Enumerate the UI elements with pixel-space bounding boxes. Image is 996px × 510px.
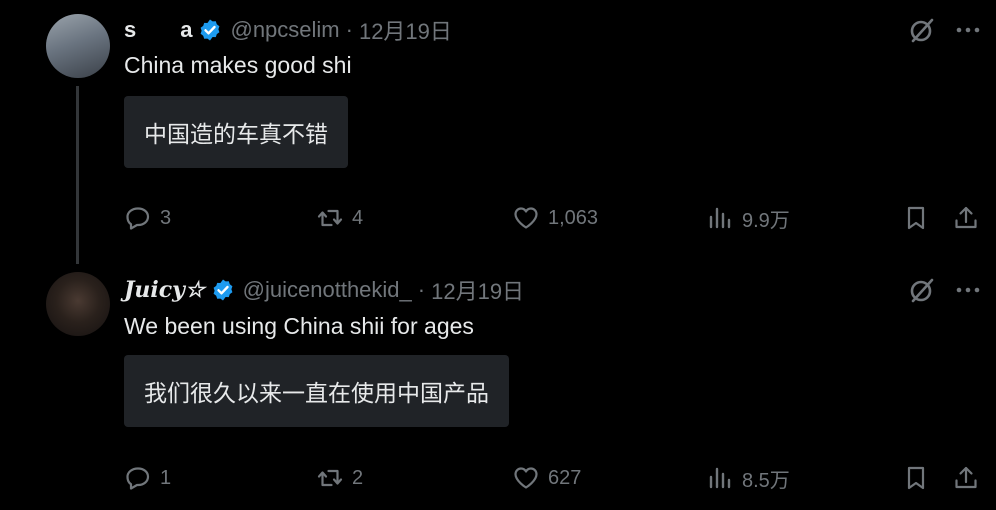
like-button[interactable]: 1,063 — [512, 200, 598, 236]
views-count: 9.9万 — [742, 209, 790, 232]
reply-icon — [126, 467, 150, 490]
translation-box: 我们很久以来一直在使用中国产品 — [124, 355, 509, 427]
reply-icon — [126, 207, 150, 230]
more-icon[interactable] — [954, 16, 982, 44]
like-button[interactable]: 627 — [512, 460, 581, 496]
like-count: 1,063 — [548, 206, 599, 229]
share-button[interactable] — [952, 460, 980, 496]
post-header: s a @npcselim · 12月19日 — [124, 16, 452, 44]
retweet-icon — [317, 209, 343, 227]
post-date[interactable]: 12月19日 — [359, 14, 452, 46]
post-top-actions — [908, 276, 982, 304]
bookmark-icon — [907, 206, 925, 230]
verified-badge-icon — [213, 279, 233, 301]
post[interactable]: s a @npcselim · 12月19日 China makes good … — [0, 0, 996, 264]
reply-button[interactable]: 1 — [124, 460, 171, 496]
grok-icon[interactable] — [908, 276, 936, 304]
views-count: 8.5万 — [742, 469, 790, 492]
post[interactable]: Juicy☆ @juicenotthekid_ · 12月19日 We been… — [0, 258, 996, 510]
reply-button[interactable]: 3 — [124, 200, 171, 236]
avatar[interactable] — [46, 14, 110, 78]
display-name[interactable]: s a — [124, 17, 192, 43]
retweet-button[interactable]: 2 — [316, 460, 363, 496]
bookmark-button[interactable] — [902, 460, 930, 496]
grok-icon[interactable] — [908, 16, 936, 44]
post-text: China makes good shi — [124, 52, 352, 78]
action-bar: 1 2 627 8.5万 — [124, 460, 984, 496]
retweet-count: 4 — [352, 206, 364, 229]
views-button[interactable]: 8.5万 — [706, 460, 790, 496]
avatar[interactable] — [46, 272, 110, 336]
verified-badge-icon — [201, 19, 220, 41]
like-icon — [514, 467, 538, 489]
post-top-actions — [908, 16, 982, 44]
share-icon — [955, 466, 977, 489]
retweet-button[interactable]: 4 — [316, 200, 363, 236]
retweet-count: 2 — [352, 466, 364, 489]
handle[interactable]: @npcselim — [230, 17, 339, 43]
post-date[interactable]: 12月19日 — [431, 274, 524, 306]
views-icon — [709, 467, 731, 489]
bookmark-button[interactable] — [902, 200, 930, 236]
share-button[interactable] — [952, 200, 980, 236]
separator: · — [417, 277, 426, 302]
bookmark-icon — [907, 466, 925, 490]
thread-line — [76, 86, 79, 264]
retweet-icon — [317, 469, 343, 487]
handle[interactable]: @juicenotthekid_ — [243, 277, 412, 303]
translation-box: 中国造的车真不错 — [124, 96, 348, 168]
reply-count: 3 — [160, 206, 172, 229]
share-icon — [955, 206, 977, 229]
reply-count: 1 — [160, 466, 172, 489]
more-icon[interactable] — [954, 276, 982, 304]
like-count: 627 — [548, 466, 582, 489]
display-name[interactable]: Juicy☆ — [124, 277, 205, 303]
views-button[interactable]: 9.9万 — [706, 200, 790, 236]
post-header: Juicy☆ @juicenotthekid_ · 12月19日 — [124, 276, 524, 304]
separator: · — [345, 17, 353, 42]
like-icon — [514, 207, 538, 229]
post-text: We been using China shii for ages — [124, 313, 474, 339]
views-icon — [709, 207, 731, 229]
action-bar: 3 4 1,063 9.9万 — [124, 200, 984, 236]
